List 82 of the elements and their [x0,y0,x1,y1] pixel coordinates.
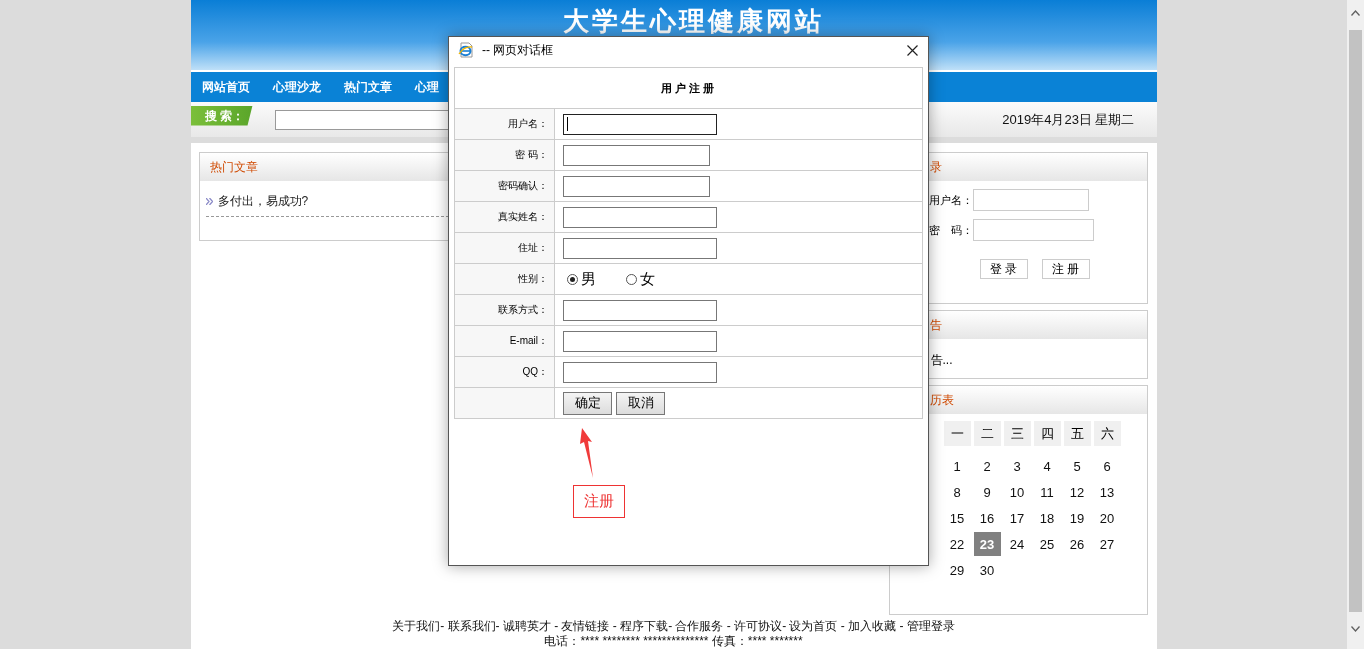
calendar-day[interactable]: 13 [1093,480,1121,504]
field-label: 用户名： [508,117,548,131]
calendar-day[interactable]: 19 [1063,506,1091,530]
annotation-label: 注册 [573,485,625,518]
field-label: E-mail： [509,334,548,348]
calendar-day[interactable]: 12 [1063,480,1091,504]
calendar-day[interactable]: 1 [943,454,971,478]
field-label: 密码确认： [498,179,548,193]
weekday-header: 三 [1003,421,1031,446]
login-button[interactable]: 注 册 [1041,259,1090,279]
nav-link[interactable]: 心理沙龙 [272,78,321,96]
input-field[interactable] [563,237,717,259]
footer-links: 关于我们- 联系我们- 诚聘英才 - 友情链接 - 程序下载- 合作服务 - 许可协议- 设为首页 - 加入收藏 - 管理登录 [392,619,955,634]
calendar-day[interactable]: 11 [1033,480,1061,504]
calendar-day[interactable]: 17 [1003,506,1031,530]
panel-title: 历表 [929,391,954,409]
field-label: 联系方式： [498,303,548,317]
input-field[interactable] [563,175,710,197]
scrollbar[interactable] [1347,0,1364,649]
input-field[interactable] [563,206,717,228]
calendar-day[interactable]: 30 [973,558,1001,582]
date-text: 2019年4月23日 星期二 [1002,110,1135,129]
panel-title: 告 [929,316,942,334]
calendar-day[interactable]: 22 [943,532,971,556]
weekday-header: 二 [973,421,1001,446]
search-label: 搜 索： [190,105,253,126]
weekday-header: 五 [1063,421,1091,446]
field-label: 性别： [518,272,548,286]
panel-title: 录 [929,158,942,176]
calendar-day[interactable]: 5 [1063,454,1091,478]
calendar-day[interactable]: 10 [1003,480,1031,504]
calendar-day[interactable]: 20 [1093,506,1121,530]
field-label: 密 码： [515,148,548,162]
nav-link[interactable]: 网站首页 [201,78,250,96]
scroll-up-icon[interactable] [1351,10,1360,16]
browser-icon [458,42,474,58]
input-field[interactable] [563,361,717,383]
calendar-day[interactable]: 27 [1093,532,1121,556]
calendar-day[interactable]: 9 [973,480,1001,504]
calendar-day[interactable]: 23 [973,532,1001,556]
calendar-day[interactable]: 18 [1033,506,1061,530]
calendar-day[interactable]: 29 [943,558,971,582]
calendar-day[interactable]: 15 [943,506,971,530]
field-label: 用户名： [928,192,973,208]
radio-label: 女 [640,269,655,289]
bullet-icon [205,198,213,205]
nav-link[interactable]: 热门文章 [343,78,392,96]
notice-text: 告... [929,352,954,369]
form-heading: 用户注册 [660,80,717,96]
weekday-header: 四 [1033,421,1061,446]
weekday-header: 一 [943,421,971,446]
input-field[interactable] [563,330,717,352]
field-label: 密 码： [928,222,973,238]
scroll-thumb[interactable] [1349,30,1362,612]
dialog-title: -- 网页对话框 [482,41,554,59]
calendar-day[interactable]: 3 [1003,454,1031,478]
input-field[interactable] [563,144,710,166]
form-button[interactable]: 取消 [616,391,665,415]
calendar-day[interactable]: 24 [1003,532,1031,556]
contact-text: 电话：**** ******** ************** 传真：**** ******* [544,634,803,649]
field-label: 住址： [518,241,548,255]
close-icon[interactable] [907,44,918,56]
field-label: 真实姓名： [498,210,548,224]
calendar-day[interactable]: 26 [1063,532,1091,556]
form-button[interactable]: 确定 [563,391,612,415]
site-title: 大学生心理健康网站 [563,5,824,38]
weekday-header: 六 [1093,421,1121,446]
input-field[interactable] [563,299,717,321]
scroll-down-icon[interactable] [1351,626,1360,632]
calendar-day[interactable]: 25 [1033,532,1061,556]
field-label: QQ： [522,365,548,379]
panel-title: 热门文章 [209,158,258,176]
calendar-day[interactable]: 4 [1033,454,1061,478]
calendar-day[interactable]: 16 [973,506,1001,530]
calendar-day[interactable]: 6 [1093,454,1121,478]
article-link[interactable]: 多付出，易成功? [217,193,309,210]
input-field[interactable] [563,113,717,135]
nav-link[interactable]: 心理 [414,78,439,96]
calendar-day[interactable]: 8 [943,480,971,504]
radio-label: 男 [581,269,596,289]
login-button[interactable]: 登 录 [979,259,1028,279]
calendar-day[interactable]: 2 [973,454,1001,478]
